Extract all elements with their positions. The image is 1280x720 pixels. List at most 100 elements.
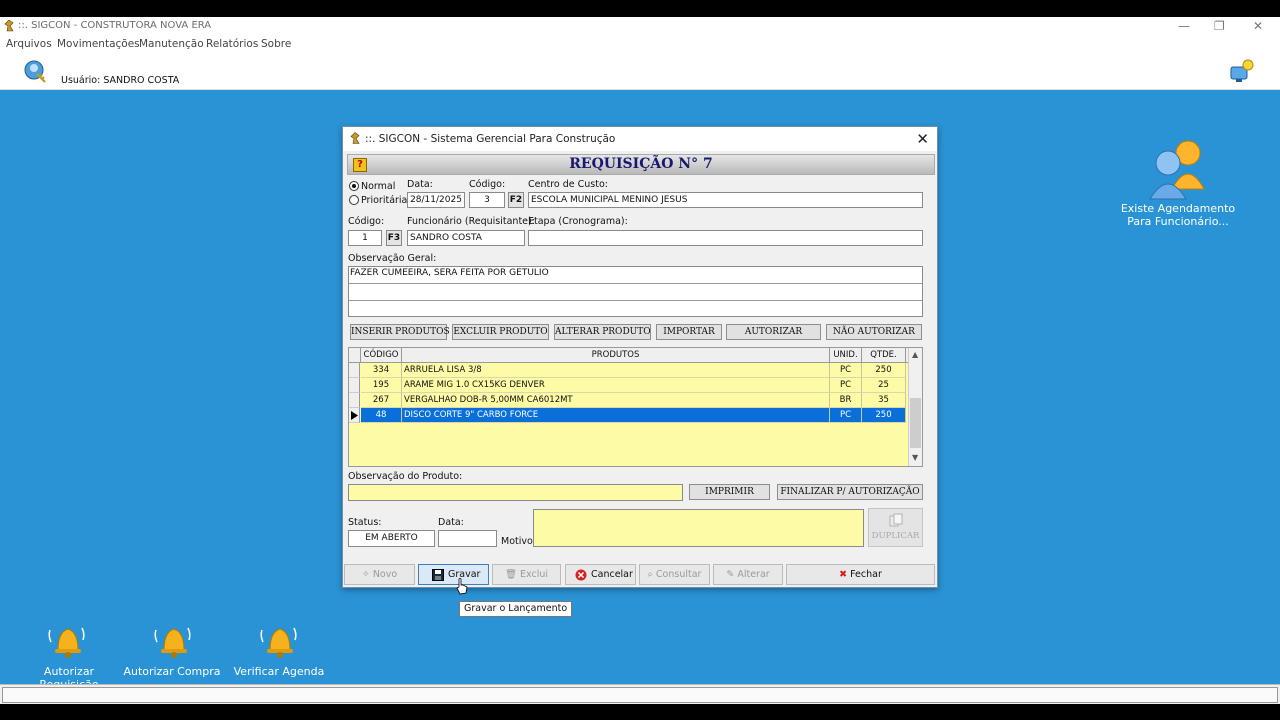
radio-prioritaria[interactable] — [349, 195, 359, 205]
col-codigo[interactable]: CÓDIGO — [361, 348, 402, 363]
etapa-field[interactable] — [528, 230, 923, 246]
bell-icon[interactable] — [152, 620, 192, 660]
obs-geral-field[interactable]: FAZER CUMEEIRA, SERA FEITA POR GETULIO — [348, 266, 923, 317]
help-desk-icon[interactable] — [1228, 57, 1256, 85]
importar-button[interactable]: IMPORTAR — [656, 324, 722, 340]
centro-custo-field[interactable]: ESCOLA MUNICIPAL MENINO JESUS — [528, 192, 923, 208]
consultar-button[interactable]: ⌕ Consultar — [639, 564, 710, 585]
window-titlebar: ::. SIGCON - CONSTRUTORA NOVA ERA — ❐ ✕ — [0, 17, 1280, 36]
alterar-button[interactable]: ✎ Alterar — [713, 564, 783, 585]
inserir-produtos-button[interactable]: INSERIR PRODUTOS — [350, 324, 450, 340]
verificar-agenda-label[interactable]: Verificar Agenda — [229, 665, 329, 678]
produtos-grid[interactable]: CÓDIGO PRODUTOS UNID. QTDE. 334 ARRUELA … — [348, 347, 923, 467]
imprimir-button[interactable]: IMPRIMIR — [689, 484, 770, 500]
grid-scrollbar[interactable]: ▲ ▼ — [908, 348, 922, 466]
motivo-label: Motivo: — [501, 536, 537, 547]
duplicar-label: DUPLICAR — [871, 531, 920, 541]
data-status-label: Data: — [438, 517, 464, 528]
motivo-field[interactable] — [533, 509, 864, 547]
notification-label[interactable]: Existe Agendamento Para Funcionário... — [1118, 202, 1238, 228]
data-field[interactable]: 28/11/2025 — [407, 192, 465, 208]
codigo-funcionario-field[interactable]: 1 — [348, 230, 382, 246]
f3-button[interactable]: F3 — [386, 230, 402, 246]
codigo-field[interactable]: 3 — [469, 192, 505, 208]
requisicao-banner: ? REQUISIÇÃO N° 7 — [347, 154, 935, 175]
fechar-button[interactable]: ✖ Fechar — [786, 564, 935, 585]
table-row[interactable]: 267 VERGALHAO DOB-R 5,00MM CA6012MT BR 3… — [349, 393, 906, 408]
cell-codigo: 195 — [361, 378, 402, 393]
funcionario-field[interactable]: SANDRO COSTA — [407, 230, 525, 246]
cell-codigo: 267 — [361, 393, 402, 408]
obs-produto-field[interactable] — [348, 484, 683, 501]
codigo-funcionario-label: Código: — [348, 216, 385, 227]
cell-unid: BR — [830, 393, 862, 408]
col-produtos[interactable]: PRODUTOS — [402, 348, 830, 363]
cell-produto: ARRUELA LISA 3/8 — [402, 363, 830, 378]
etapa-label: Etapa (Cronograma): — [528, 216, 628, 227]
trash-icon: 🗑 — [504, 569, 518, 580]
close-window-icon[interactable]: ✕ — [1253, 19, 1263, 33]
scroll-up-icon[interactable]: ▲ — [912, 350, 918, 359]
cell-unid: PC — [830, 408, 862, 423]
save-icon — [432, 569, 444, 581]
menu-sobre[interactable]: Sobre — [261, 38, 291, 50]
table-row-selected[interactable]: 48 DISCO CORTE 9" CARBO FORCE PC 250 — [349, 408, 906, 423]
user-key-icon[interactable] — [22, 59, 48, 85]
menu-relatorios[interactable]: Relatórios — [206, 38, 258, 50]
alterar-label: Alterar — [737, 569, 770, 580]
radio-normal-label[interactable]: Normal — [361, 181, 395, 192]
users-schedule-icon[interactable] — [1146, 137, 1208, 201]
hand-cursor-icon — [456, 578, 468, 595]
edit-icon: ✎ — [726, 569, 735, 580]
gravar-button[interactable]: Gravar — [418, 564, 489, 585]
excluir-produto-button[interactable]: EXCLUIR PRODUTO — [452, 324, 549, 340]
scroll-down-icon[interactable]: ▼ — [912, 453, 918, 462]
cell-qtde: 250 — [862, 408, 906, 423]
search-icon: ⌕ — [647, 569, 653, 580]
menu-arquivos[interactable]: Arquivos — [6, 38, 52, 50]
obs-produto-label: Observação do Produto: — [348, 471, 463, 482]
cancel-icon — [575, 569, 587, 581]
exclui-button[interactable]: 🗑 Exclui — [492, 564, 561, 585]
autorizar-compra-label[interactable]: Autorizar Compra — [122, 665, 222, 678]
table-row[interactable]: 334 ARRUELA LISA 3/8 PC 250 — [349, 363, 906, 378]
restore-icon[interactable]: ❐ — [1214, 19, 1225, 33]
grid-indicator-header — [349, 348, 361, 363]
radio-prioritaria-label[interactable]: Prioritária — [361, 195, 407, 206]
duplicar-button[interactable]: DUPLICAR — [868, 508, 923, 547]
nao-autorizar-button[interactable]: NÃO AUTORIZAR — [826, 324, 922, 340]
bell-icon[interactable] — [258, 620, 298, 660]
current-row-arrow-icon — [351, 411, 358, 420]
consultar-label: Consultar — [655, 569, 702, 580]
data-status-field[interactable] — [438, 530, 497, 547]
user-label: Usuário: SANDRO COSTA — [61, 75, 180, 86]
col-qtde[interactable]: QTDE. — [862, 348, 906, 363]
minimize-icon[interactable]: — — [1178, 19, 1190, 33]
dialog-titlebar: ::. SIGCON - Sistema Gerencial Para Cons… — [343, 127, 937, 151]
obs-divider — [349, 283, 922, 284]
exclui-label: Exclui — [520, 569, 549, 580]
table-row[interactable]: 195 ARAME MIG 1.0 CX15KG DENVER PC 25 — [349, 378, 906, 393]
menu-manutencao[interactable]: Manutenção — [139, 38, 204, 50]
cell-produto: VERGALHAO DOB-R 5,00MM CA6012MT — [402, 393, 830, 408]
row-indicator — [349, 393, 360, 408]
cell-qtde: 25 — [862, 378, 906, 393]
menu-bar: Arquivos Movimentações Manutenção Relató… — [0, 36, 1280, 52]
menu-movimentacoes[interactable]: Movimentações — [57, 38, 140, 50]
cell-unid: PC — [830, 363, 862, 378]
f2-button[interactable]: F2 — [508, 192, 524, 208]
dialog-title: ::. SIGCON - Sistema Gerencial Para Cons… — [365, 133, 616, 145]
novo-button[interactable]: ✧ Novo — [344, 564, 415, 585]
app-logo-icon — [4, 20, 14, 32]
radio-normal[interactable] — [349, 181, 359, 191]
novo-label: Novo — [372, 569, 398, 580]
alterar-produto-button[interactable]: ALTERAR PRODUTO — [554, 324, 651, 340]
finalizar-autorizacao-button[interactable]: FINALIZAR P/ AUTORIZAÇÃO — [777, 484, 923, 500]
scroll-thumb[interactable] — [910, 398, 921, 448]
autorizar-button[interactable]: AUTORIZAR — [726, 324, 821, 340]
col-unid[interactable]: UNID. — [830, 348, 862, 363]
cancelar-button[interactable]: Cancelar — [565, 564, 636, 585]
close-dialog-icon[interactable]: ✕ — [916, 130, 929, 148]
window-title: ::. SIGCON - CONSTRUTORA NOVA ERA — [18, 20, 212, 31]
bell-icon[interactable] — [46, 620, 86, 660]
